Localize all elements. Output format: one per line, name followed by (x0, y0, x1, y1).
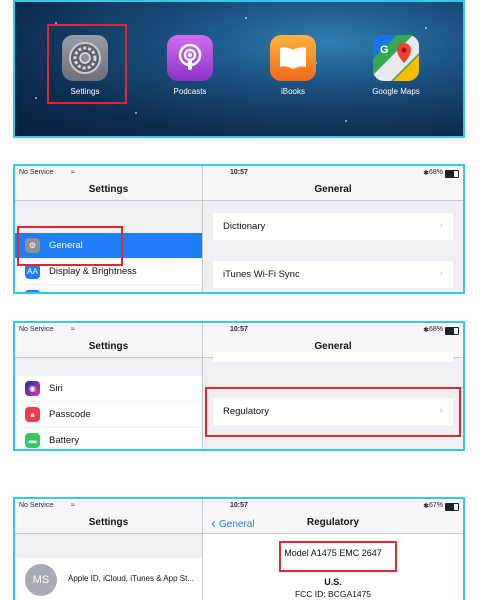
lock-icon: 🔒︎ (25, 407, 40, 422)
general-item-dictionary[interactable]: Dictionary › (213, 213, 453, 240)
settings-item-passcode[interactable]: 🔒︎ Passcode (15, 402, 202, 427)
regulatory-detail-panel: No Service ≈ 10:57 ✱ 67% Settings Regula… (13, 497, 465, 600)
highlight-box (47, 24, 127, 104)
status-bar: No Service ≈ 10:57 ✱ 68% (15, 166, 463, 180)
highlight-box (205, 387, 461, 437)
app-label: Podcasts (173, 87, 207, 96)
app-label: iBooks (280, 87, 305, 96)
google-maps-app[interactable]: G Google Maps (351, 35, 441, 96)
battery-icon: ▬ (25, 433, 40, 448)
fcc-label: FCC ID: BCGA1475 (294, 589, 372, 599)
time-label: 10:57 (230, 326, 248, 333)
general-item-itunes-sync[interactable]: iTunes Wi-Fi Sync › (213, 261, 453, 288)
general-item-partial (213, 352, 453, 362)
settings-item-battery[interactable]: ▬ Battery (15, 428, 202, 449)
app-label: Google Maps (372, 87, 420, 96)
time-label: 10:57 (230, 502, 248, 509)
siri-icon: ◉ (25, 381, 40, 396)
battery-label: 68% (428, 169, 443, 176)
status-bar: No Service ≈ 10:57 ✱ 68% (15, 323, 463, 337)
back-label: General (219, 518, 255, 530)
settings-title: Settings (15, 513, 202, 534)
battery-icon (445, 327, 459, 335)
battery-label: 68% (428, 326, 443, 333)
highlight-box (17, 226, 123, 266)
highlight-box (279, 541, 397, 572)
time-label: 10:57 (230, 169, 248, 176)
book-icon (270, 35, 316, 81)
settings-list: MS Apple ID, iCloud, iTunes & App St... (15, 534, 202, 600)
star (245, 17, 247, 19)
settings-title: Settings (15, 337, 202, 358)
chevron-left-icon: ‹ (211, 515, 216, 532)
country-label: U.S. (324, 577, 342, 587)
regulatory-step-panel: No Service ≈ 10:57 ✱ 68% Settings Genera… (13, 321, 465, 451)
settings-item-partial (15, 285, 202, 292)
star (35, 97, 37, 99)
settings-list: ◉ Siri 🔒︎ Passcode ▬ Battery (15, 358, 202, 449)
settings-item-siri[interactable]: ◉ Siri (15, 376, 202, 401)
battery-icon (445, 170, 459, 178)
chevron-right-icon: › (439, 220, 443, 231)
account-row[interactable]: MS Apple ID, iCloud, iTunes & App St... (15, 558, 202, 600)
wifi-icon: ≈ (71, 169, 75, 176)
item-label: Siri (49, 383, 63, 394)
back-button[interactable]: ‹ General (211, 516, 255, 532)
battery-icon (445, 503, 459, 511)
item-label: Battery (49, 435, 80, 446)
display-icon: AA (25, 264, 40, 279)
wallpaper-icon (25, 290, 40, 292)
general-list: Dictionary › iTunes Wi-Fi Sync › (203, 201, 463, 292)
map-pin-icon: G (373, 35, 419, 81)
wifi-icon: ≈ (71, 502, 75, 509)
account-label: Apple ID, iCloud, iTunes & App St... (68, 574, 194, 583)
status-bar: No Service ≈ 10:57 ✱ 67% (15, 499, 463, 513)
item-label: Dictionary (223, 221, 266, 232)
star (345, 120, 347, 122)
carrier-label: No Service (19, 502, 54, 509)
carrier-label: No Service (19, 169, 54, 176)
carrier-label: No Service (19, 326, 54, 333)
general-step-panel: No Service ≈ 10:57 ✱ 68% Settings Genera… (13, 164, 465, 294)
avatar: MS (25, 564, 57, 596)
wifi-icon: ≈ (71, 326, 75, 333)
item-label: Passcode (49, 409, 91, 420)
podcasts-icon (167, 35, 213, 81)
ibooks-app[interactable]: iBooks (248, 35, 338, 96)
home-screen-panel: Settings Podcasts iBooks G Google Maps (13, 0, 465, 138)
star (135, 112, 137, 114)
general-title: General (203, 180, 463, 201)
svg-text:G: G (380, 44, 389, 56)
item-label: iTunes Wi-Fi Sync (223, 269, 300, 280)
settings-title: Settings (15, 180, 202, 201)
item-label: Display & Brightness (49, 266, 137, 277)
battery-label: 67% (428, 502, 443, 509)
star (425, 27, 427, 29)
chevron-right-icon: › (439, 268, 443, 279)
podcasts-app[interactable]: Podcasts (145, 35, 235, 96)
